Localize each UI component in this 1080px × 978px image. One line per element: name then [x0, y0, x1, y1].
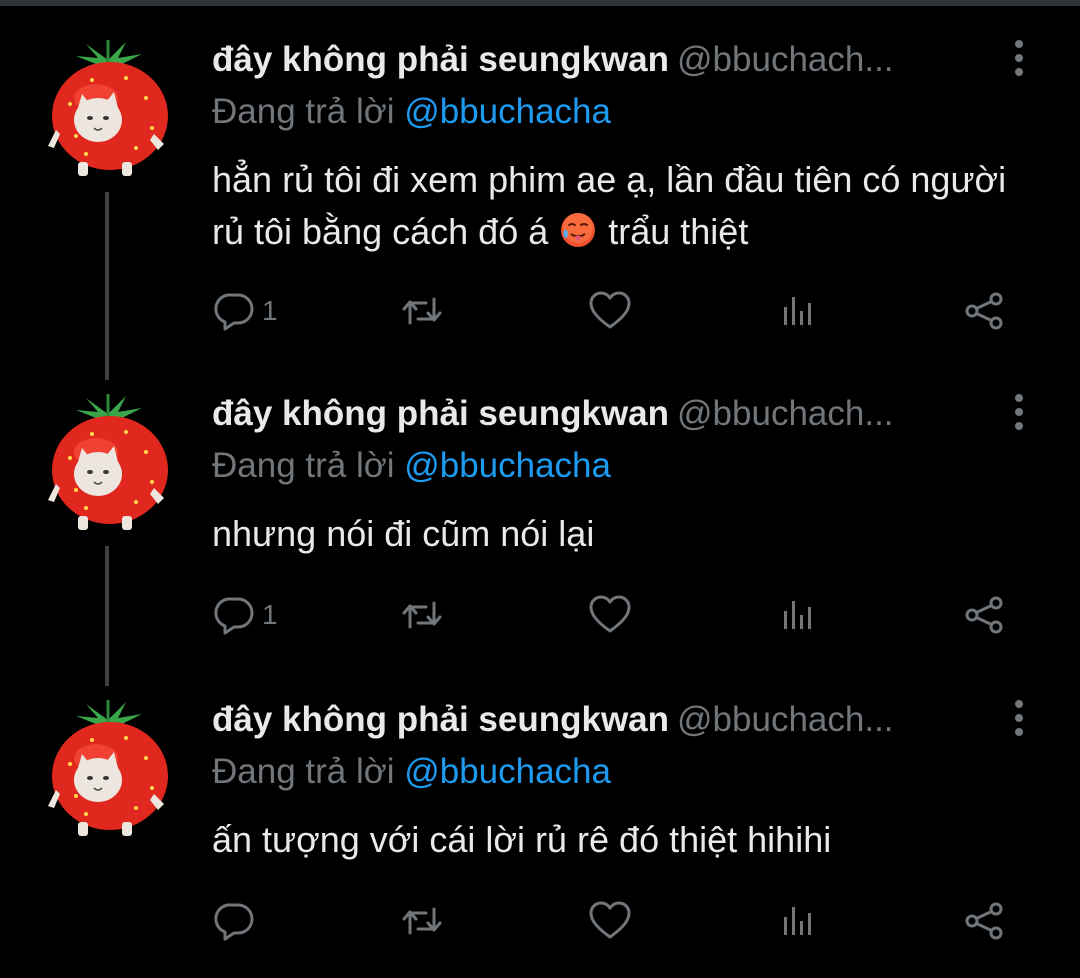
- reply-button[interactable]: [212, 896, 262, 946]
- reply-icon: [212, 899, 256, 943]
- tweet[interactable]: đây không phải seungkwan @bbuchach... Đan…: [0, 354, 1080, 672]
- avatar[interactable]: [46, 698, 170, 838]
- analytics-icon: [776, 899, 820, 943]
- reply-mention-link[interactable]: @bbuchacha: [404, 752, 611, 791]
- tweet-text: hẳn rủ tôi đi xem phim ae ạ, lần đầu tiê…: [212, 154, 1032, 258]
- tweet-text-part: trẩu thiệt: [598, 211, 749, 252]
- analytics-icon: [776, 289, 820, 333]
- replying-to-line: Đang trả lời @bbuchacha: [212, 92, 611, 132]
- retweet-button[interactable]: [400, 286, 444, 336]
- retweet-button[interactable]: [400, 896, 444, 946]
- more-vertical-icon[interactable]: [1007, 394, 1031, 434]
- avatar[interactable]: [46, 38, 170, 178]
- share-icon: [962, 899, 1006, 943]
- replying-prefix: Đang trả lời: [212, 446, 405, 485]
- tweet-header: đây không phải seungkwan @bbuchach...: [212, 40, 894, 84]
- action-bar: [212, 896, 1032, 946]
- tweet-text: ấn tượng với cái lời rủ rê đó thiệt hihi…: [212, 819, 832, 860]
- like-button[interactable]: [588, 590, 632, 640]
- like-button[interactable]: [588, 286, 632, 336]
- reply-mention-link[interactable]: @bbuchacha: [404, 446, 611, 485]
- more-vertical-icon[interactable]: [1007, 700, 1031, 740]
- tweet-header: đây không phải seungkwan @bbuchach...: [212, 394, 894, 438]
- retweet-icon: [400, 899, 444, 943]
- share-button[interactable]: [962, 896, 1006, 946]
- author-handle[interactable]: @bbuchach...: [677, 394, 894, 433]
- share-icon: [962, 289, 1006, 333]
- heart-icon: [588, 593, 632, 637]
- replying-to-line: Đang trả lời @bbuchacha: [212, 446, 611, 486]
- reply-count: 1: [262, 599, 278, 630]
- analytics-button[interactable]: [776, 590, 820, 640]
- author-handle[interactable]: @bbuchach...: [677, 40, 894, 79]
- replying-to-line: Đang trả lời @bbuchacha: [212, 752, 611, 792]
- more-vertical-icon[interactable]: [1007, 40, 1031, 80]
- replying-prefix: Đang trả lời: [212, 92, 405, 131]
- share-button[interactable]: [962, 286, 1006, 336]
- reply-button[interactable]: 1: [212, 590, 278, 640]
- share-button[interactable]: [962, 590, 1006, 640]
- tweet-text: nhưng nói đi cũm nói lại: [212, 513, 595, 554]
- reply-icon: [212, 289, 256, 333]
- retweet-button[interactable]: [400, 590, 444, 640]
- tweet[interactable]: đây không phải seungkwan @bbuchach... Đan…: [0, 660, 1080, 978]
- author-name[interactable]: đây không phải seungkwan: [212, 40, 669, 79]
- reply-count: 1: [262, 295, 278, 326]
- tweet-header: đây không phải seungkwan @bbuchach...: [212, 700, 894, 744]
- reply-button[interactable]: 1: [212, 286, 278, 336]
- analytics-icon: [776, 593, 820, 637]
- avatar[interactable]: [46, 392, 170, 532]
- tweet[interactable]: đây không phải seungkwan @bbuchach... Đan…: [0, 0, 1080, 318]
- author-handle[interactable]: @bbuchach...: [677, 700, 894, 739]
- action-bar: 1: [212, 286, 1032, 336]
- retweet-icon: [400, 289, 444, 333]
- analytics-button[interactable]: [776, 896, 820, 946]
- replying-prefix: Đang trả lời: [212, 752, 405, 791]
- author-name[interactable]: đây không phải seungkwan: [212, 700, 669, 739]
- reply-mention-link[interactable]: @bbuchacha: [404, 92, 611, 131]
- reply-icon: [212, 593, 256, 637]
- heart-icon: [588, 899, 632, 943]
- action-bar: 1: [212, 590, 1032, 640]
- author-name[interactable]: đây không phải seungkwan: [212, 394, 669, 433]
- like-button[interactable]: [588, 896, 632, 946]
- heart-icon: [588, 289, 632, 333]
- hot-face-emoji: [561, 213, 596, 247]
- share-icon: [962, 593, 1006, 637]
- retweet-icon: [400, 593, 444, 637]
- analytics-button[interactable]: [776, 286, 820, 336]
